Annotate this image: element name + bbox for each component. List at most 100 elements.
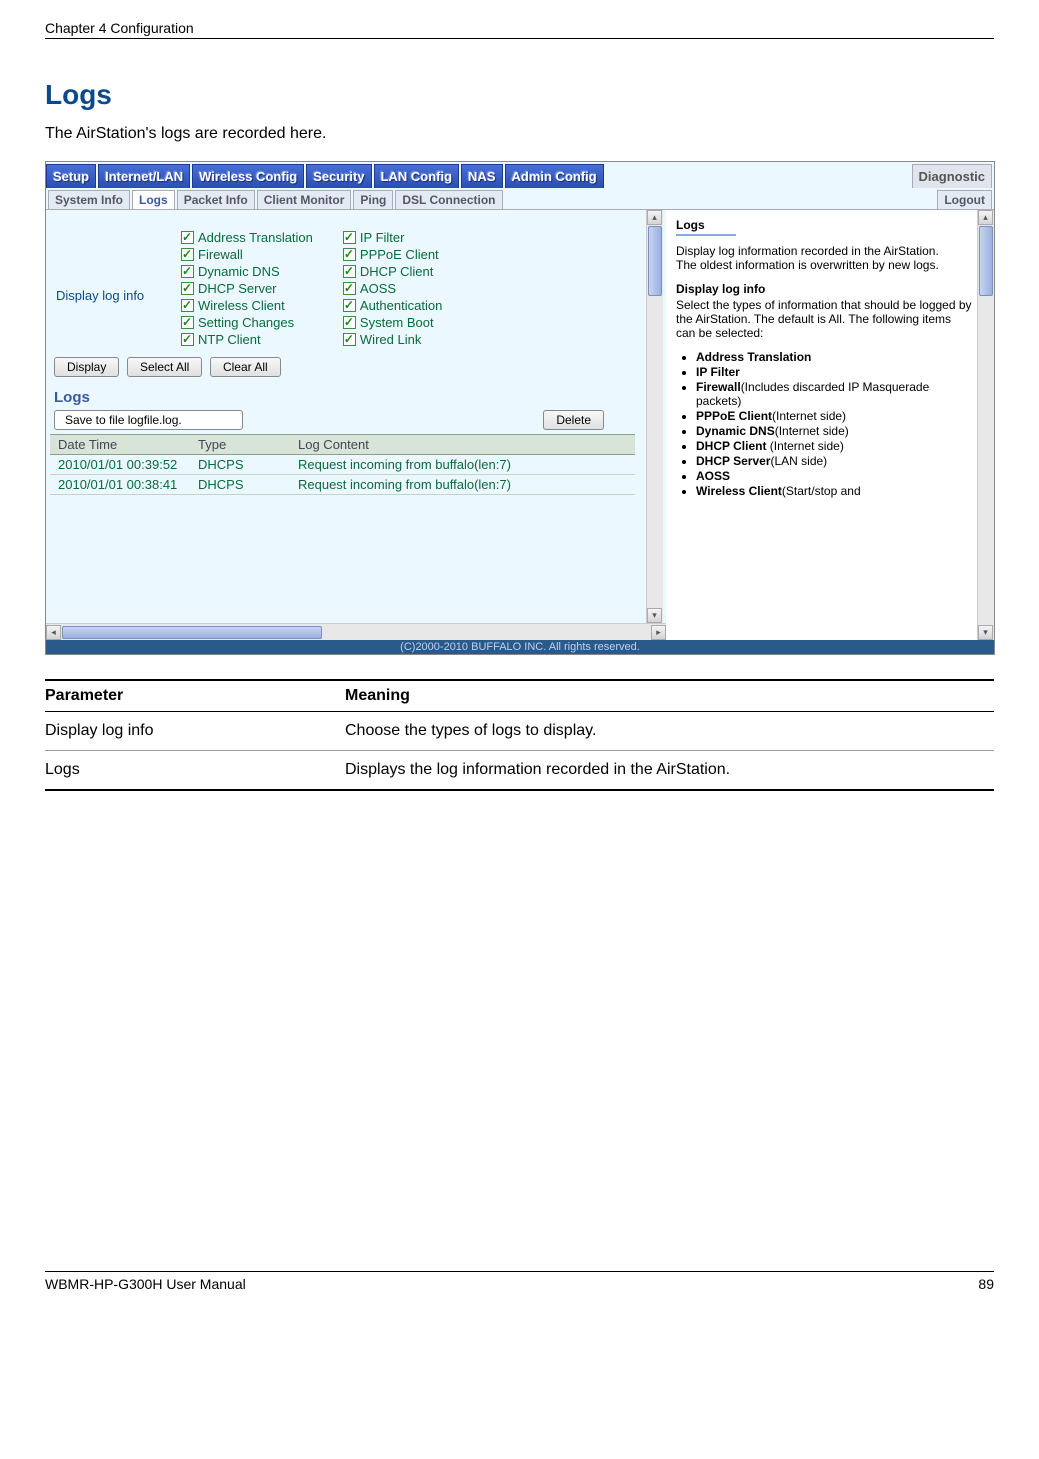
log-th-content: Log Content	[290, 435, 635, 455]
top-rule	[45, 38, 994, 39]
section-title: Logs	[45, 79, 994, 111]
help-text: Display log information recorded in the …	[676, 244, 973, 272]
scroll-right-icon[interactable]: ▸	[651, 625, 666, 640]
tab-security[interactable]: Security	[306, 164, 371, 188]
subtab-logs[interactable]: Logs	[132, 190, 175, 209]
save-to-file-button[interactable]: Save to file logfile.log.	[54, 410, 243, 430]
left-hscrollbar[interactable]: ◂ ▸	[46, 623, 666, 640]
scroll-up-icon[interactable]: ▴	[647, 210, 662, 225]
tab-diagnostic[interactable]: Diagnostic	[912, 164, 992, 188]
list-item: DHCP Server(LAN side)	[696, 454, 973, 468]
chk-label: DHCP Client	[360, 264, 433, 279]
main-tab-row: Setup Internet/LAN Wireless Config Secur…	[46, 162, 994, 188]
intro-text: The AirStation's logs are recorded here.	[45, 125, 994, 143]
chk-label: PPPoE Client	[360, 247, 439, 262]
clear-all-button[interactable]: Clear All	[210, 357, 281, 377]
checkbox-icon[interactable]	[181, 231, 194, 244]
scroll-up-icon[interactable]: ▴	[978, 210, 993, 225]
chk-label: Dynamic DNS	[198, 264, 280, 279]
checkbox-icon[interactable]	[343, 265, 356, 278]
scroll-down-icon[interactable]: ▾	[647, 608, 662, 623]
chk-wired-link[interactable]: Wired Link	[343, 332, 442, 347]
chk-label: DHCP Server	[198, 281, 277, 296]
logout-link[interactable]: Logout	[937, 190, 992, 209]
scroll-thumb[interactable]	[979, 226, 993, 296]
checkbox-icon[interactable]	[343, 282, 356, 295]
log-th-type: Type	[190, 435, 290, 455]
list-item: PPPoE Client(Internet side)	[696, 409, 973, 423]
param-cell: Display log info	[45, 712, 345, 751]
left-vscrollbar[interactable]: ▴ ▾	[646, 210, 663, 623]
chk-label: NTP Client	[198, 332, 261, 347]
tab-lan-config[interactable]: LAN Config	[374, 164, 459, 188]
subtab-packet-info[interactable]: Packet Info	[177, 190, 255, 209]
list-item: DHCP Client (Internet side)	[696, 439, 973, 453]
scroll-down-icon[interactable]: ▾	[978, 625, 993, 640]
display-log-info-label: Display log info	[46, 228, 181, 349]
table-row: Display log info Choose the types of log…	[45, 712, 994, 751]
left-pane: Display log info Address Translation Fir…	[46, 210, 646, 623]
display-button[interactable]: Display	[54, 357, 119, 377]
help-pane: Logs Display log information recorded in…	[666, 210, 977, 640]
tab-admin-config[interactable]: Admin Config	[505, 164, 604, 188]
help-subtitle: Display log info	[676, 282, 973, 296]
table-row: Logs Displays the log information record…	[45, 751, 994, 791]
checkbox-icon[interactable]	[343, 231, 356, 244]
list-item: Dynamic DNS(Internet side)	[696, 424, 973, 438]
delete-button[interactable]: Delete	[543, 410, 604, 430]
chk-dhcp-client[interactable]: DHCP Client	[343, 264, 442, 279]
tab-wireless-config[interactable]: Wireless Config	[192, 164, 304, 188]
chk-dhcp-server[interactable]: DHCP Server	[181, 281, 313, 296]
chk-label: Address Translation	[198, 230, 313, 245]
help-text: Select the types of information that sho…	[676, 298, 973, 340]
chk-wireless-client[interactable]: Wireless Client	[181, 298, 313, 313]
chk-authentication[interactable]: Authentication	[343, 298, 442, 313]
checkbox-icon[interactable]	[343, 299, 356, 312]
copyright-bar: (C)2000-2010 BUFFALO INC. All rights res…	[46, 640, 994, 654]
checkbox-icon[interactable]	[343, 316, 356, 329]
chk-address-translation[interactable]: Address Translation	[181, 230, 313, 245]
list-item: Firewall(Includes discarded IP Masquerad…	[696, 380, 973, 408]
subtab-client-monitor[interactable]: Client Monitor	[257, 190, 352, 209]
subtab-dsl-connection[interactable]: DSL Connection	[395, 190, 502, 209]
page-footer: WBMR-HP-G300H User Manual 89	[45, 1271, 994, 1292]
chk-ntp-client[interactable]: NTP Client	[181, 332, 313, 347]
checkbox-icon[interactable]	[181, 316, 194, 329]
log-cell: 2010/01/01 00:38:41	[50, 475, 190, 495]
checkbox-icon[interactable]	[181, 282, 194, 295]
chk-label: System Boot	[360, 315, 434, 330]
scroll-left-icon[interactable]: ◂	[46, 625, 61, 640]
checkbox-icon[interactable]	[343, 333, 356, 346]
log-cell: DHCPS	[190, 455, 290, 475]
checkbox-icon[interactable]	[181, 265, 194, 278]
checkbox-icon[interactable]	[181, 248, 194, 261]
log-cell: Request incoming from buffalo(len:7)	[290, 455, 635, 475]
subtab-system-info[interactable]: System Info	[48, 190, 130, 209]
scroll-thumb-h[interactable]	[62, 626, 322, 639]
chk-firewall[interactable]: Firewall	[181, 247, 313, 262]
chk-pppoe-client[interactable]: PPPoE Client	[343, 247, 442, 262]
chk-system-boot[interactable]: System Boot	[343, 315, 442, 330]
log-cell: DHCPS	[190, 475, 290, 495]
checkbox-icon[interactable]	[181, 299, 194, 312]
chk-ip-filter[interactable]: IP Filter	[343, 230, 442, 245]
tab-setup[interactable]: Setup	[46, 164, 96, 188]
chk-aoss[interactable]: AOSS	[343, 281, 442, 296]
list-item: Wireless Client(Start/stop and	[696, 484, 973, 498]
chk-label: AOSS	[360, 281, 396, 296]
chk-dynamic-dns[interactable]: Dynamic DNS	[181, 264, 313, 279]
table-row: 2010/01/01 00:39:52 DHCPS Request incomi…	[50, 455, 635, 475]
log-th-datetime: Date Time	[50, 435, 190, 455]
chk-label: IP Filter	[360, 230, 405, 245]
tab-nas[interactable]: NAS	[461, 164, 502, 188]
chk-setting-changes[interactable]: Setting Changes	[181, 315, 313, 330]
scroll-thumb[interactable]	[648, 226, 662, 296]
chapter-header: Chapter 4 Configuration	[45, 20, 994, 36]
subtab-ping[interactable]: Ping	[353, 190, 393, 209]
checkbox-icon[interactable]	[343, 248, 356, 261]
tab-internet-lan[interactable]: Internet/LAN	[98, 164, 190, 188]
select-all-button[interactable]: Select All	[127, 357, 202, 377]
right-vscrollbar[interactable]: ▴ ▾	[977, 210, 994, 640]
sub-tab-row: System Info Logs Packet Info Client Moni…	[46, 188, 994, 210]
checkbox-icon[interactable]	[181, 333, 194, 346]
